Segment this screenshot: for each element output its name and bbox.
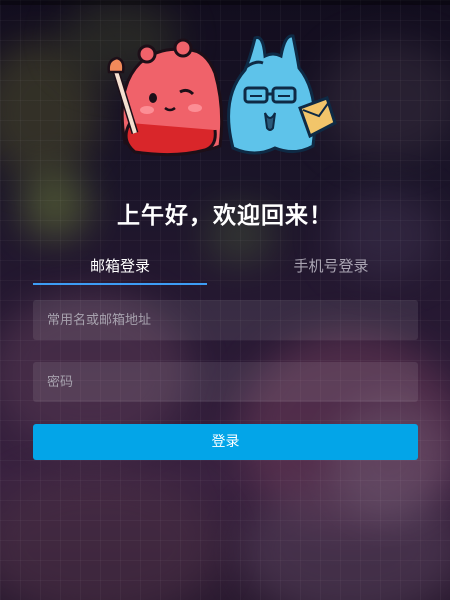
- active-tab-underline: [33, 283, 207, 285]
- top-bar: [0, 0, 450, 5]
- tab-phone-login[interactable]: 手机号登录: [244, 250, 418, 284]
- pink-mascot-with-brush-icon: [107, 38, 224, 157]
- email-input[interactable]: [33, 300, 418, 340]
- password-input[interactable]: [33, 362, 418, 402]
- greeting-title: 上午好，欢迎回来！: [117, 203, 333, 229]
- mascot-illustration: [105, 28, 345, 168]
- login-button[interactable]: 登录: [33, 424, 418, 460]
- blue-mascot-with-envelope-icon: [227, 34, 337, 155]
- tab-email-login[interactable]: 邮箱登录: [33, 250, 207, 284]
- login-tabs: 邮箱登录 手机号登录: [33, 250, 418, 286]
